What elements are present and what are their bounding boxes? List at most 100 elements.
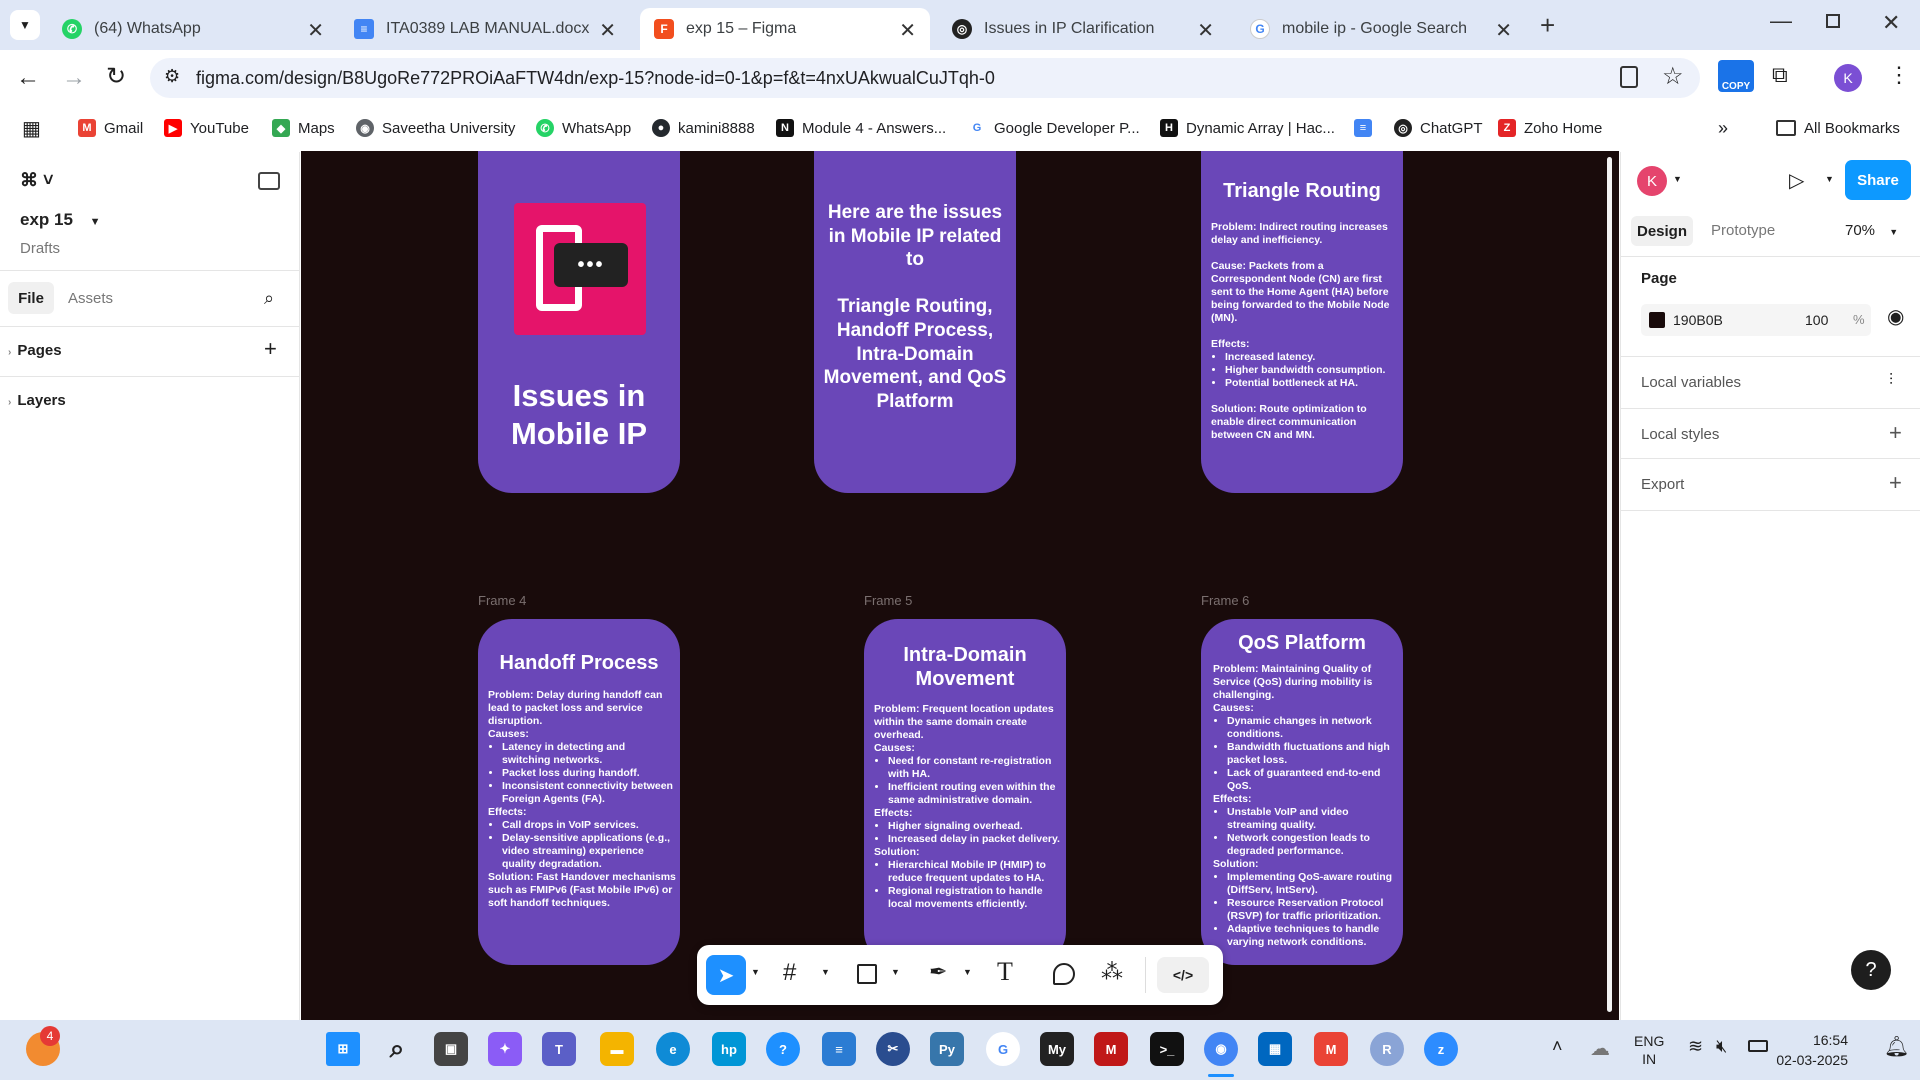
mysql-icon[interactable]: My: [1040, 1032, 1074, 1066]
extensions-icon[interactable]: ⧉: [1772, 62, 1788, 88]
bookmark-github[interactable]: ● kamini8888: [652, 114, 755, 142]
frame-label[interactable]: Frame 6: [1201, 593, 1249, 608]
tab-figma[interactable]: F exp 15 – Figma ✕: [640, 8, 930, 50]
url-text[interactable]: figma.com/design/B8UgoRe772PROiAaFTW4dn/…: [196, 68, 995, 89]
page-background-field[interactable]: 190B0B 100 %: [1641, 304, 1871, 336]
bookmark-whatsapp[interactable]: ✆ WhatsApp: [536, 114, 631, 142]
search-icon[interactable]: ⌕: [380, 1032, 414, 1066]
frame-handoff-process[interactable]: Handoff Process Problem: Delay during ha…: [478, 619, 680, 965]
search-icon[interactable]: ⌕: [264, 288, 274, 309]
all-bookmarks[interactable]: All Bookmarks: [1776, 114, 1900, 142]
mcafee-icon[interactable]: M: [1094, 1032, 1128, 1066]
comment-tool-icon[interactable]: [1053, 963, 1075, 985]
onedrive-cloud-icon[interactable]: ☁: [1590, 1036, 1610, 1061]
frame-tool-icon[interactable]: #: [783, 959, 796, 987]
battery-icon[interactable]: [1748, 1040, 1768, 1052]
more-bookmarks-chevron-icon[interactable]: »: [1718, 114, 1728, 142]
layers-section[interactable]: › Layers: [8, 392, 66, 409]
export-label[interactable]: Export: [1641, 476, 1684, 493]
tab-search-button[interactable]: ▼: [10, 10, 40, 40]
store-icon[interactable]: ▦: [1258, 1032, 1292, 1066]
frame-intra-domain-movement[interactable]: Intra-Domain Movement Problem: Frequent …: [864, 619, 1066, 965]
chevron-down-icon[interactable]: ▼: [751, 967, 760, 977]
bookmark-docs[interactable]: ≡: [1354, 114, 1380, 142]
help-app-icon[interactable]: ?: [766, 1032, 800, 1066]
menu-kebab-icon[interactable]: ⋮: [1888, 62, 1910, 88]
clock[interactable]: 16:54 02-03-2025: [1776, 1030, 1848, 1070]
color-hex-value[interactable]: 190B0B: [1673, 312, 1723, 328]
share-button[interactable]: Share: [1845, 160, 1911, 200]
tab-assets[interactable]: Assets: [68, 290, 113, 307]
add-export-plus-icon[interactable]: +: [1889, 470, 1902, 496]
star-icon[interactable]: ☆: [1662, 62, 1684, 91]
visibility-eye-icon[interactable]: ◉: [1887, 304, 1904, 329]
tab-google-search[interactable]: G mobile ip - Google Search ✕: [1236, 8, 1526, 50]
apps-grid-icon[interactable]: ▦: [22, 116, 41, 141]
tab-issues-ip[interactable]: ◎ Issues in IP Clarification ✕: [938, 8, 1228, 50]
bookmark-maps[interactable]: ◆ Maps: [272, 114, 335, 142]
terminal-icon[interactable]: >_: [1150, 1032, 1184, 1066]
frame-issues-mobile-ip[interactable]: ••• Issues in Mobile IP: [478, 151, 680, 493]
language-indicator[interactable]: ENG IN: [1634, 1032, 1664, 1068]
window-close-button[interactable]: ✕: [1882, 10, 1900, 36]
figma-menu-icon[interactable]: ⌘ ˅: [20, 170, 54, 191]
tab-lab-manual[interactable]: ≡ ITA0389 LAB MANUAL.docx - G ✕: [340, 8, 630, 50]
text-tool-icon[interactable]: T: [997, 957, 1013, 987]
task-view-icon[interactable]: ▣: [434, 1032, 468, 1066]
profile-avatar[interactable]: K: [1834, 64, 1862, 92]
local-variables-label[interactable]: Local variables: [1641, 374, 1741, 391]
local-styles-label[interactable]: Local styles: [1641, 426, 1719, 443]
chevron-down-icon[interactable]: ▼: [1673, 174, 1682, 184]
zoom-level[interactable]: 70% ▼: [1845, 222, 1898, 239]
rectangle-tool-icon[interactable]: [857, 964, 877, 984]
pen-tool-icon[interactable]: ✒: [929, 959, 947, 985]
tab-design[interactable]: Design: [1631, 216, 1693, 246]
variables-adjust-icon[interactable]: ⫶: [1889, 372, 1893, 390]
actions-tool-icon[interactable]: ⁂: [1101, 959, 1123, 985]
chevron-down-icon[interactable]: ▼: [821, 967, 830, 977]
zoom-icon[interactable]: z: [1424, 1032, 1458, 1066]
chevron-down-icon[interactable]: ▼: [1825, 174, 1834, 184]
bookmark-gmail[interactable]: M Gmail: [78, 114, 143, 142]
move-tool-button[interactable]: ➤: [706, 955, 746, 995]
r-app-icon[interactable]: R: [1370, 1032, 1404, 1066]
chrome-icon[interactable]: ◉: [1204, 1032, 1238, 1066]
frame-intro[interactable]: Here are the issues in Mobile IP related…: [814, 151, 1016, 493]
add-style-plus-icon[interactable]: +: [1889, 420, 1902, 446]
frame-label[interactable]: Frame 5: [864, 593, 912, 608]
tab-whatsapp[interactable]: ✆ (64) WhatsApp ✕: [48, 8, 338, 50]
toggle-sidebar-icon[interactable]: [258, 172, 280, 190]
file-name[interactable]: exp 15 ▼: [20, 210, 101, 230]
minimize-button[interactable]: —: [1770, 8, 1792, 34]
help-button[interactable]: ?: [1851, 950, 1891, 990]
close-icon[interactable]: ✕: [599, 18, 616, 43]
copy-extension-icon[interactable]: COPY: [1718, 60, 1754, 92]
tab-prototype[interactable]: Prototype: [1711, 222, 1775, 239]
bookmark-zoho[interactable]: Z Zoho Home: [1498, 114, 1602, 142]
frame-triangle-routing[interactable]: Triangle Routing Problem: Indirect routi…: [1201, 151, 1403, 493]
present-play-icon[interactable]: ▷: [1789, 168, 1804, 193]
close-icon[interactable]: ✕: [899, 18, 916, 43]
clipboard-icon[interactable]: [1620, 66, 1638, 88]
close-icon[interactable]: ✕: [1197, 18, 1214, 43]
edge-icon[interactable]: e: [656, 1032, 690, 1066]
add-page-plus-icon[interactable]: +: [264, 336, 277, 362]
address-bar[interactable]: ⚙ figma.com/design/B8UgoRe772PROiAaFTW4d…: [150, 58, 1700, 98]
restore-button[interactable]: [1826, 14, 1840, 28]
user-avatar[interactable]: K: [1637, 166, 1667, 196]
color-swatch[interactable]: [1649, 312, 1665, 328]
site-info-icon[interactable]: ⚙: [164, 66, 180, 87]
notifications-bell-icon[interactable]: 🔔︎: [1884, 1034, 1909, 1059]
show-hidden-icons-chevron-icon[interactable]: ˄: [1552, 1036, 1563, 1057]
opacity-value[interactable]: 100: [1805, 312, 1828, 328]
chevron-down-icon[interactable]: ▼: [963, 967, 972, 977]
bookmark-module4[interactable]: N Module 4 - Answers...: [776, 114, 946, 142]
dev-mode-code-icon[interactable]: </>: [1157, 957, 1209, 993]
forward-arrow-icon[interactable]: →: [62, 64, 86, 92]
snipping-tool-icon[interactable]: ✂: [876, 1032, 910, 1066]
windows-start-icon[interactable]: ⊞: [326, 1032, 360, 1066]
chevron-down-icon[interactable]: ▼: [891, 967, 900, 977]
close-icon[interactable]: ✕: [307, 18, 324, 43]
bookmark-chatgpt[interactable]: ◎ ChatGPT: [1394, 114, 1483, 142]
python-icon[interactable]: Py: [930, 1032, 964, 1066]
